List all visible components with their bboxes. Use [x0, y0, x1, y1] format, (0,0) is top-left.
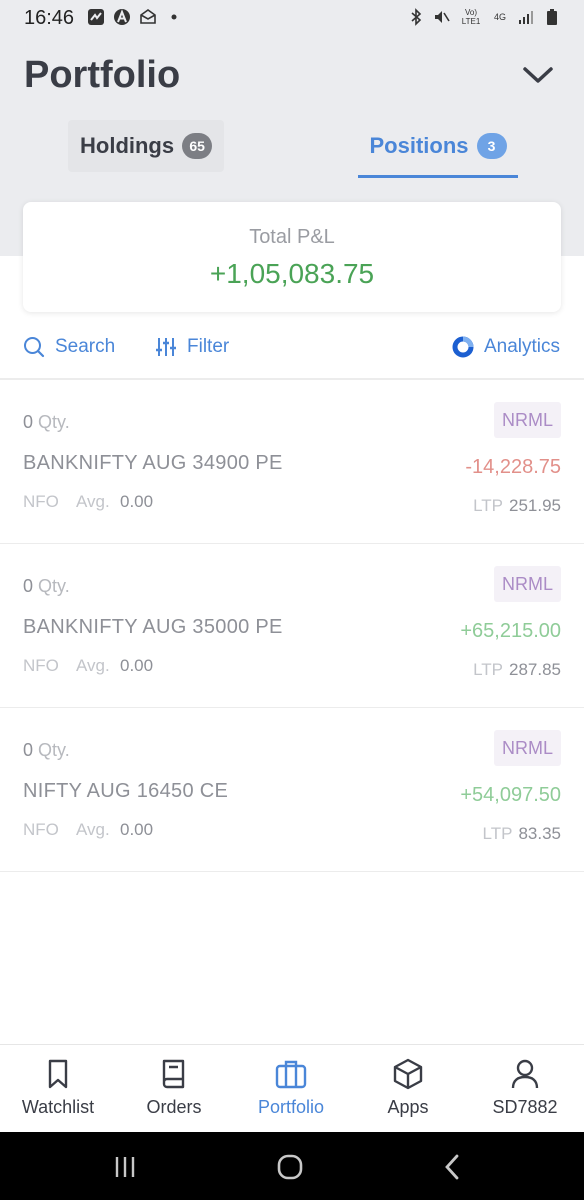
- ltp-value: 83.35: [518, 824, 561, 843]
- signal-icon: [516, 7, 536, 27]
- analytics-icon: [452, 336, 474, 358]
- nav-profile[interactable]: SD7882: [467, 1045, 583, 1133]
- 4g-icon: 4G: [493, 11, 506, 22]
- analytics-button[interactable]: Analytics: [452, 336, 560, 358]
- position-qty: 0 Qty.: [23, 412, 70, 433]
- position-row[interactable]: 0 Qty. NRML BANKNIFTY AUG 35000 PE +65,2…: [0, 544, 584, 708]
- nav-profile-label: SD7882: [492, 1097, 558, 1117]
- ltp-value: 287.85: [509, 660, 561, 679]
- analytics-label: Analytics: [483, 336, 560, 357]
- instrument-name: NIFTY AUG 16450 CE: [23, 780, 229, 802]
- filter-button[interactable]: Filter: [155, 336, 229, 358]
- qty-value: 0: [23, 740, 34, 760]
- position-pnl: +54,097.50: [460, 784, 561, 806]
- exchange-label: NFO: [23, 820, 59, 839]
- nav-portfolio[interactable]: Portfolio: [233, 1045, 349, 1133]
- cube-icon: [393, 1058, 423, 1090]
- position-qty: 0 Qty.: [23, 740, 70, 761]
- search-button[interactable]: Search: [23, 336, 115, 358]
- exchange-label: NFO: [23, 656, 59, 675]
- status-right-icons: Vo) LTE1 4G: [406, 7, 562, 27]
- nav-portfolio-label: Portfolio: [257, 1097, 325, 1117]
- ltp-label: LTP: [482, 824, 513, 843]
- qty-label: Qty.: [38, 740, 70, 760]
- filter-label: Filter: [187, 336, 230, 357]
- nav-orders[interactable]: Orders: [116, 1045, 232, 1133]
- activity-icon: [86, 7, 106, 27]
- product-type-badge: NRML: [493, 402, 561, 438]
- position-pnl: -14,228.75: [465, 456, 561, 478]
- search-icon: [24, 337, 45, 358]
- position-pnl: +65,215.00: [460, 620, 561, 642]
- avg-value: 0.00: [120, 492, 154, 511]
- qty-label: Qty.: [38, 412, 70, 432]
- chevron-down-icon[interactable]: [520, 60, 556, 90]
- status-left-icons: [86, 7, 184, 27]
- avg-value: 0.00: [120, 820, 154, 839]
- back-icon[interactable]: [436, 1150, 470, 1184]
- tab-positions[interactable]: Positions 3: [358, 120, 518, 172]
- search-label: Search: [55, 336, 116, 357]
- positions-toolbar: Search Filter Analytics: [0, 326, 584, 378]
- page-title: Portfolio: [24, 54, 181, 96]
- nav-apps[interactable]: Apps: [350, 1045, 466, 1133]
- filter-sliders-icon: [156, 338, 176, 356]
- product-type-badge: NRML: [493, 566, 561, 602]
- tab-holdings[interactable]: Holdings 65: [68, 120, 225, 172]
- status-time: 16:46: [24, 7, 75, 29]
- instrument-name: BANKNIFTY AUG 34900 PE: [23, 452, 283, 474]
- product-type-badge: NRML: [493, 730, 561, 766]
- total-pnl-card: Total P&L +1,05,083.75: [23, 202, 561, 312]
- avg-label: Avg.: [76, 820, 110, 839]
- ltp-value: 251.95: [509, 496, 561, 515]
- position-row[interactable]: 0 Qty. NRML NIFTY AUG 16450 CE +54,097.5…: [0, 708, 584, 872]
- ltp-label: LTP: [473, 660, 503, 679]
- total-pnl-label: Total P&L: [249, 226, 335, 248]
- bottom-nav: Watchlist Orders Portfolio Apps SD7882: [0, 1044, 584, 1132]
- tab-positions-label: Positions: [369, 133, 469, 158]
- exchange-label: NFO: [23, 492, 59, 511]
- ltp-label: LTP: [473, 496, 503, 515]
- avg-value: 0.00: [120, 656, 154, 675]
- active-tab-indicator: [358, 175, 518, 178]
- status-bar: 16:46 Vo) LTE1 4G: [0, 0, 584, 36]
- ltp: LTP 251.95: [473, 496, 561, 516]
- total-pnl-value: +1,05,083.75: [209, 258, 375, 289]
- bluetooth-icon: [406, 7, 426, 27]
- holdings-count-badge: 65: [182, 133, 213, 159]
- nav-apps-label: Apps: [387, 1097, 429, 1117]
- book-icon: [162, 1059, 185, 1089]
- nav-watchlist-label: Watchlist: [21, 1097, 95, 1117]
- briefcase-icon: [275, 1060, 307, 1089]
- battery-icon: [542, 7, 562, 27]
- qty-value: 0: [23, 576, 34, 596]
- ltp: LTP 83.35: [483, 824, 561, 844]
- a-circle-icon: [112, 7, 132, 27]
- avg-label: Avg.: [76, 492, 110, 511]
- recents-icon[interactable]: [108, 1150, 142, 1184]
- bookmark-icon: [48, 1059, 68, 1089]
- nav-watchlist[interactable]: Watchlist: [0, 1045, 116, 1133]
- avg-label: Avg.: [76, 656, 110, 675]
- ltp: LTP 287.85: [473, 660, 561, 680]
- dot-icon: [164, 7, 184, 27]
- user-icon: [511, 1059, 539, 1089]
- tab-holdings-label: Holdings: [80, 133, 175, 158]
- instrument-name: BANKNIFTY AUG 35000 PE: [23, 616, 283, 638]
- volte-icon: Vo) LTE1: [461, 8, 481, 26]
- position-qty: 0 Qty.: [23, 576, 70, 597]
- qty-label: Qty.: [38, 576, 70, 596]
- home-icon[interactable]: [273, 1150, 307, 1184]
- positions-count-badge: 3: [476, 133, 507, 159]
- position-row[interactable]: 0 Qty. NRML BANKNIFTY AUG 34900 PE -14,2…: [0, 380, 584, 544]
- mute-icon: [432, 7, 452, 27]
- qty-value: 0: [23, 412, 34, 432]
- system-nav-bar: [0, 1132, 584, 1200]
- nav-orders-label: Orders: [146, 1097, 202, 1117]
- mail-icon: [138, 7, 158, 27]
